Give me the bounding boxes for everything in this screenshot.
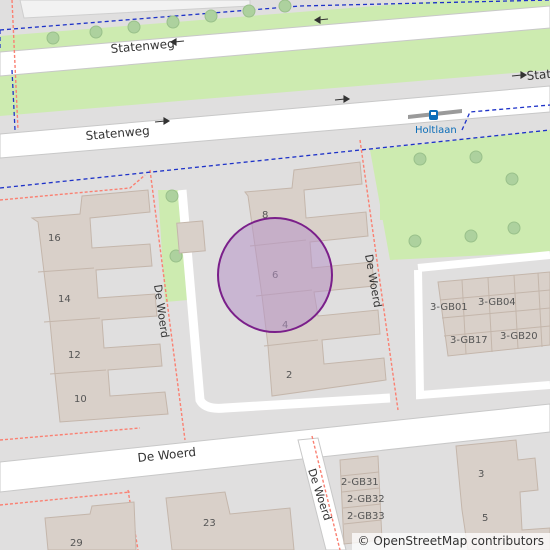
house-number: 3-GB04 <box>478 297 516 308</box>
bus-stop-label: Holtlaan <box>415 125 457 136</box>
house-number: 12 <box>68 350 81 361</box>
house-number: 2 <box>286 370 292 381</box>
house-number: 16 <box>48 233 61 244</box>
house-number: 10 <box>74 394 87 405</box>
attribution-link[interactable]: OpenStreetMap contributors <box>373 534 544 548</box>
house-number: 2-GB32 <box>347 494 385 505</box>
grass-park-right <box>370 130 550 260</box>
map-view[interactable]: Holtlaan Statenweg Statenweg State De Wo… <box>0 0 550 550</box>
house-number: 2-GB33 <box>347 511 385 522</box>
copyright-symbol: © <box>357 534 370 548</box>
house-number: 3-GB01 <box>430 302 468 313</box>
map-canvas[interactable]: Holtlaan Statenweg Statenweg State De Wo… <box>0 0 550 550</box>
house-number: 14 <box>58 294 71 305</box>
street-label-statenweg-right: State <box>526 66 550 83</box>
map-attribution: © OpenStreetMap contributors <box>351 533 550 550</box>
bus-window <box>431 112 436 115</box>
house-number: 29 <box>70 538 83 549</box>
house-number: 5 <box>482 513 488 524</box>
house-number: 23 <box>203 518 216 529</box>
location-marker[interactable] <box>217 217 333 333</box>
house-number: 3-GB17 <box>450 335 488 346</box>
house-number: 3 <box>478 469 484 480</box>
house-number: 3-GB20 <box>500 331 538 342</box>
house-number: 2-GB31 <box>341 477 379 488</box>
